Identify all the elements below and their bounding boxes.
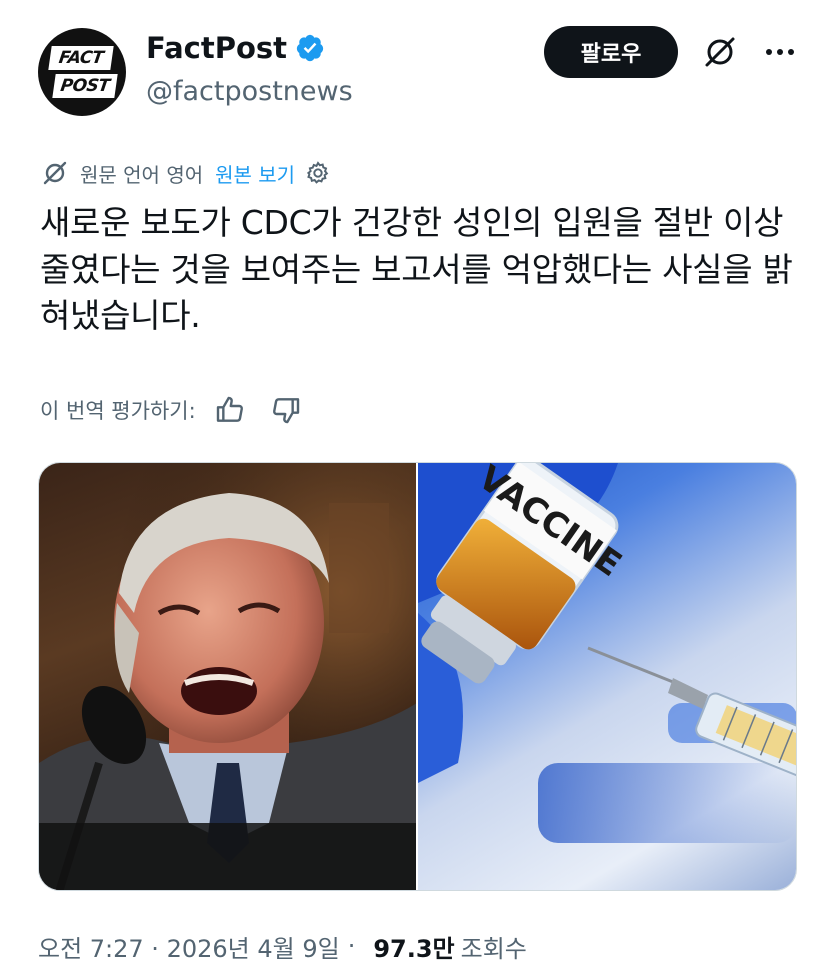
more-dot <box>777 49 783 55</box>
translation-info: 원문 언어 영어 <box>80 162 204 187</box>
media-image-speaker[interactable] <box>39 463 416 890</box>
translation-rating-row: 이 번역 평가하기: <box>40 390 302 430</box>
gear-icon[interactable] <box>305 160 331 186</box>
media-image-vaccine[interactable]: VACCINE <box>418 463 796 890</box>
grok-icon[interactable] <box>700 32 740 72</box>
show-original-link[interactable]: 원본 보기 <box>215 159 295 188</box>
more-dot <box>788 49 794 55</box>
media-grid: VACCINE <box>38 462 797 891</box>
avatar[interactable]: FACT POST <box>38 28 126 116</box>
thumbs-down-icon[interactable] <box>270 394 302 426</box>
verified-badge-icon <box>296 34 324 62</box>
avatar-logo-top: FACT <box>48 46 114 70</box>
display-name[interactable]: FactPost <box>146 31 287 65</box>
views-count: 97.3만 <box>373 934 455 963</box>
speaker-photo-illustration <box>39 463 416 890</box>
grok-translate-icon <box>43 161 67 185</box>
post-meta: 오전 7:27 · 2026년 4월 9일 · 97.3만 조회수 <box>38 928 527 964</box>
views-label: 조회수 <box>460 934 527 963</box>
name-row: FactPost <box>146 28 325 68</box>
more-horizontal-icon[interactable] <box>760 40 800 64</box>
avatar-logo-bottom: POST <box>52 74 118 98</box>
post-text: 새로운 보도가 CDC가 건강한 성인의 입원을 절반 이상 줄였다는 것을 보… <box>40 203 793 335</box>
post-timestamp[interactable]: 오전 7:27 · 2026년 4월 9일 <box>38 929 340 964</box>
more-dot <box>766 49 772 55</box>
post-header: FACT POST FactPost @factpostnews 팔로우 <box>0 0 835 130</box>
handle[interactable]: @factpostnews <box>146 76 353 107</box>
meta-separator: · <box>347 932 356 960</box>
translation-row: 원문 언어 영어 원본 보기 <box>40 156 331 190</box>
follow-button[interactable]: 팔로우 <box>544 26 678 78</box>
vaccine-photo-illustration: VACCINE <box>418 463 796 843</box>
rating-label: 이 번역 평가하기: <box>40 399 196 423</box>
thumbs-up-icon[interactable] <box>214 394 246 426</box>
